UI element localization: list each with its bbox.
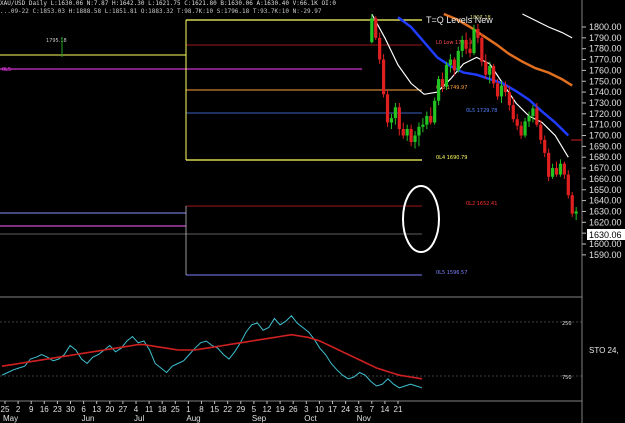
y-tick-label: 1690.00	[589, 141, 622, 151]
x-tick-label: 4	[134, 405, 139, 414]
candle	[480, 33, 484, 67]
x-tick-label: 14	[380, 405, 389, 414]
x-tick-label: 31	[354, 405, 363, 414]
y-tick-label: 1740.00	[589, 87, 622, 97]
sto-tick-label: 250	[562, 321, 572, 327]
candle	[547, 148, 551, 182]
level-label: 0L2 1652.41	[466, 201, 497, 207]
x-tick-label: 2	[16, 405, 21, 414]
x-tick-label: 25	[171, 405, 180, 414]
y-tick-label: 1630.00	[589, 206, 622, 216]
y-tick-label: 1650.00	[589, 185, 622, 195]
candle	[374, 16, 378, 41]
candle	[444, 61, 449, 90]
y-tick-label: 1800.00	[589, 22, 622, 32]
y-tick-label: 1750.00	[589, 76, 622, 86]
x-tick-label: 13	[92, 405, 101, 414]
candle	[381, 54, 386, 98]
level-label: 0L5	[2, 67, 11, 73]
y-tick-label: 1590.00	[589, 250, 622, 260]
y-tick-label: 1770.00	[589, 55, 622, 65]
candle	[385, 89, 390, 127]
level-label: 1795.18	[46, 38, 67, 44]
sto-label: STO 24,	[589, 346, 619, 355]
last-price-text: 1630.06	[589, 230, 622, 240]
y-tick-label: 1640.00	[589, 196, 622, 206]
x-month-label: Jul	[134, 414, 144, 423]
x-month-label: Aug	[186, 414, 200, 423]
y-tick-label: 1710.00	[589, 120, 622, 130]
x-month-label: May	[3, 414, 18, 423]
y-tick-label: 1720.00	[589, 109, 622, 119]
x-month-label: Jun	[82, 414, 95, 423]
x-tick-label: 6	[81, 405, 86, 414]
y-tick-label: 1680.00	[589, 152, 622, 162]
x-tick-label: 30	[66, 405, 75, 414]
y-tick-label: 1700.00	[589, 131, 622, 141]
x-tick-label: 16	[40, 405, 49, 414]
x-tick-label: 8	[199, 405, 204, 414]
x-tick-label: 9	[29, 405, 34, 414]
indicator-title: T=Q Levels New	[426, 15, 493, 25]
x-tick-label: 23	[53, 405, 62, 414]
last-price-tag: 1630.06	[587, 229, 625, 240]
candle	[570, 191, 574, 217]
x-tick-label: 10	[315, 405, 324, 414]
x-tick-label: 15	[210, 405, 219, 414]
x-tick-label: 25	[1, 405, 10, 414]
y-tick-label: 1660.00	[589, 174, 622, 184]
y-tick-label: 1760.00	[589, 65, 622, 75]
level-label: 0L5 1729.78	[466, 108, 497, 114]
x-tick-label: 11	[145, 405, 154, 414]
x-month-label: Sep	[252, 414, 267, 423]
x-tick-label: 1	[186, 405, 191, 414]
x-tick-label: 19	[276, 405, 285, 414]
y-tick-label: 1790.00	[589, 33, 622, 43]
y-tick-label: 1780.00	[589, 44, 622, 54]
x-tick-label: 7	[370, 405, 375, 414]
y-tick-label: 1730.00	[589, 98, 622, 108]
header-line-1: XAU/USD Daily L:1630.06 N:7.87 H:1642.30…	[0, 0, 336, 7]
x-tick-label: 21	[394, 405, 403, 414]
x-tick-label: 20	[105, 405, 114, 414]
chart-canvas: 1807.18L0 Low 1780.920L50L3 1749.970L5 1…	[0, 0, 625, 423]
candle	[437, 75, 441, 106]
x-tick-label: 26	[289, 405, 298, 414]
level-label: 0L4 1690.79	[436, 155, 467, 161]
chart-background	[0, 0, 625, 423]
sto-tick-label: 750	[562, 375, 572, 381]
y-tick-label: 1620.00	[589, 217, 622, 227]
y-tick-label: 1600.00	[589, 239, 622, 249]
x-tick-label: 3	[304, 405, 309, 414]
x-month-label: Nov	[357, 414, 371, 423]
x-tick-label: 29	[236, 405, 245, 414]
y-tick-label: 1670.00	[589, 163, 622, 173]
x-tick-label: 18	[158, 405, 167, 414]
candle	[472, 24, 476, 56]
chart-header: XAU/USD Daily L:1630.06 N:7.87 H:1642.30…	[0, 0, 336, 16]
candle	[370, 13, 374, 44]
level-label: 0L5 1596.57	[436, 270, 467, 276]
header-line-2: ...09-22 C:1853.03 H:1888.58 L:1851.81 O…	[0, 8, 322, 15]
x-month-label: Oct	[304, 414, 317, 423]
x-tick-label: 24	[341, 405, 350, 414]
x-tick-label: 12	[263, 405, 272, 414]
candle	[433, 97, 437, 125]
x-tick-label: 5	[252, 405, 257, 414]
x-tick-label: 17	[328, 405, 337, 414]
x-tick-label: 22	[223, 405, 232, 414]
x-tick-label: 27	[118, 405, 127, 414]
